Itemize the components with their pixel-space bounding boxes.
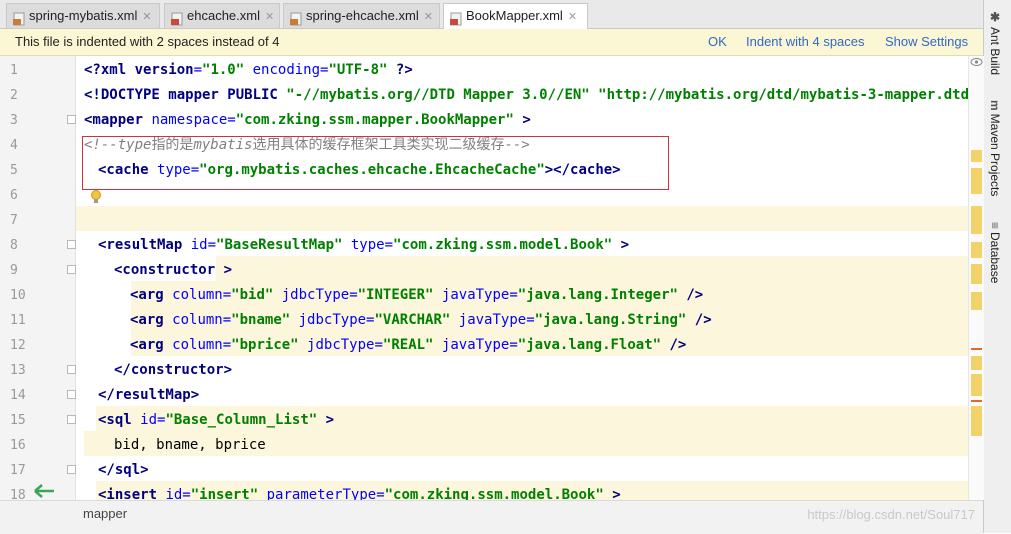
close-icon[interactable]: ✕: [568, 11, 577, 23]
code-line-11: <arg column="bname" jdbcType="VARCHAR" j…: [130, 312, 712, 328]
editor-scrollbar[interactable]: [968, 56, 984, 500]
code-line-3: <mapper namespace="com.zking.ssm.mapper.…: [84, 112, 531, 128]
code-editor[interactable]: <?xml version="1.0" encoding="UTF-8" ?> …: [76, 56, 968, 500]
tab-ehcache[interactable]: ehcache.xml ✕: [164, 3, 280, 28]
right-tool-strip: ✱ Ant Build m Maven Projects ≡ Database: [983, 0, 1011, 533]
line-number-gutter[interactable]: 1 2 3 4 5 6 7 8 9 10 11 12 13 14 15 16 1…: [0, 56, 76, 503]
close-icon[interactable]: ✕: [265, 11, 274, 23]
stripe-mark[interactable]: [971, 356, 982, 370]
tab-label: BookMapper.xml: [466, 8, 563, 23]
line-number: 2: [10, 88, 18, 103]
stripe-mark[interactable]: [971, 292, 982, 310]
stripe-mark[interactable]: [971, 150, 982, 162]
stripe-mark[interactable]: [971, 406, 982, 436]
breadcrumb[interactable]: mapper: [83, 506, 127, 521]
code-line-17: </sql>: [98, 462, 149, 478]
line-number: 8: [10, 238, 18, 253]
xml-file-icon: [13, 10, 25, 26]
fold-marker[interactable]: [67, 465, 76, 474]
watermark: https://blog.csdn.net/Soul717: [807, 507, 975, 522]
stripe-mark[interactable]: [971, 168, 982, 194]
ant-build-panel-tab[interactable]: ✱ Ant Build: [988, 10, 1002, 75]
database-icon: ≡: [988, 222, 1002, 230]
line-number: 4: [10, 138, 18, 153]
close-icon[interactable]: ✕: [142, 11, 151, 23]
xml-file-icon: [290, 10, 302, 26]
editor-tab-bar: spring-mybatis.xml ✕ ehcache.xml ✕ spring-…: [0, 0, 983, 29]
line-number: 13: [10, 363, 26, 378]
line-number: 5: [10, 163, 18, 178]
indent-with-4-spaces-link[interactable]: Indent with 4 spaces: [746, 34, 865, 49]
selection-highlight: [216, 256, 968, 281]
stripe-mark[interactable]: [971, 206, 982, 234]
close-icon[interactable]: ✕: [424, 11, 433, 23]
indent-notification-bar: This file is indented with 2 spaces inst…: [0, 29, 983, 56]
panel-label: Ant Build: [988, 27, 1002, 76]
tab-spring-mybatis[interactable]: spring-mybatis.xml ✕: [6, 3, 160, 28]
code-line-1: <?xml version="1.0" encoding="UTF-8" ?>: [84, 62, 413, 78]
tab-label: spring-mybatis.xml: [29, 8, 138, 23]
fold-marker[interactable]: [67, 365, 76, 374]
code-line-16: bid, bname, bprice: [114, 437, 266, 453]
database-panel-tab[interactable]: ≡ Database: [988, 222, 1002, 283]
code-line-9: <constructor >: [114, 262, 233, 278]
xml-file-icon: [171, 10, 183, 26]
line-number: 12: [10, 338, 26, 353]
fold-marker[interactable]: [67, 115, 76, 124]
tab-spring-ehcache[interactable]: spring-ehcache.xml ✕: [283, 3, 440, 28]
notification-message: This file is indented with 2 spaces inst…: [15, 34, 280, 49]
ant-icon: ✱: [988, 10, 1002, 24]
fold-marker[interactable]: [67, 415, 76, 424]
maven-projects-panel-tab[interactable]: m Maven Projects: [988, 100, 1002, 196]
code-line-13: </constructor>: [114, 362, 233, 378]
line-number: 17: [10, 463, 26, 478]
tab-label: ehcache.xml: [187, 8, 260, 23]
line-number: 3: [10, 113, 18, 128]
maven-icon: m: [988, 100, 1002, 111]
code-line-2: <!DOCTYPE mapper PUBLIC "-//mybatis.org/…: [84, 87, 968, 103]
code-line-10: <arg column="bid" jdbcType="INTEGER" jav…: [130, 287, 704, 303]
stripe-mark[interactable]: [971, 400, 982, 402]
breadcrumb-bar: mapper https://blog.csdn.net/Soul717: [0, 500, 983, 534]
code-line-18: <insert id="insert" parameterType="com.z…: [98, 487, 621, 500]
fold-marker[interactable]: [67, 240, 76, 249]
ok-link[interactable]: OK: [708, 34, 727, 49]
eye-icon[interactable]: [970, 57, 983, 67]
current-line-highlight: [76, 206, 968, 231]
line-number: 6: [10, 188, 18, 203]
xml-file-icon: [450, 10, 462, 26]
code-line-8: <resultMap id="BaseResultMap" type="com.…: [98, 237, 630, 253]
fold-marker[interactable]: [67, 265, 76, 274]
line-number: 14: [10, 388, 26, 403]
line-number: 16: [10, 438, 26, 453]
stripe-mark[interactable]: [971, 242, 982, 258]
stripe-mark[interactable]: [971, 348, 982, 350]
panel-label: Maven Projects: [988, 113, 1002, 197]
tab-bookmapper[interactable]: BookMapper.xml ✕: [443, 3, 588, 29]
stripe-mark[interactable]: [971, 374, 982, 396]
line-number: 1: [10, 63, 18, 78]
lightbulb-icon[interactable]: [90, 189, 102, 205]
panel-label: Database: [988, 232, 1002, 284]
code-line-12: <arg column="bprice" jdbcType="REAL" jav…: [130, 337, 687, 353]
tab-label: spring-ehcache.xml: [306, 8, 419, 23]
line-number: 9: [10, 263, 18, 278]
fold-marker[interactable]: [67, 390, 76, 399]
annotation-box: [82, 136, 669, 190]
line-number: 10: [10, 288, 26, 303]
show-settings-link[interactable]: Show Settings: [885, 34, 968, 49]
line-number: 15: [10, 413, 26, 428]
line-number: 11: [10, 313, 26, 328]
code-line-15: <sql id="Base_Column_List" >: [98, 412, 335, 428]
line-number: 7: [10, 213, 18, 228]
back-arrow-icon[interactable]: [32, 482, 56, 500]
code-line-14: </resultMap>: [98, 387, 200, 403]
stripe-mark[interactable]: [971, 264, 982, 284]
